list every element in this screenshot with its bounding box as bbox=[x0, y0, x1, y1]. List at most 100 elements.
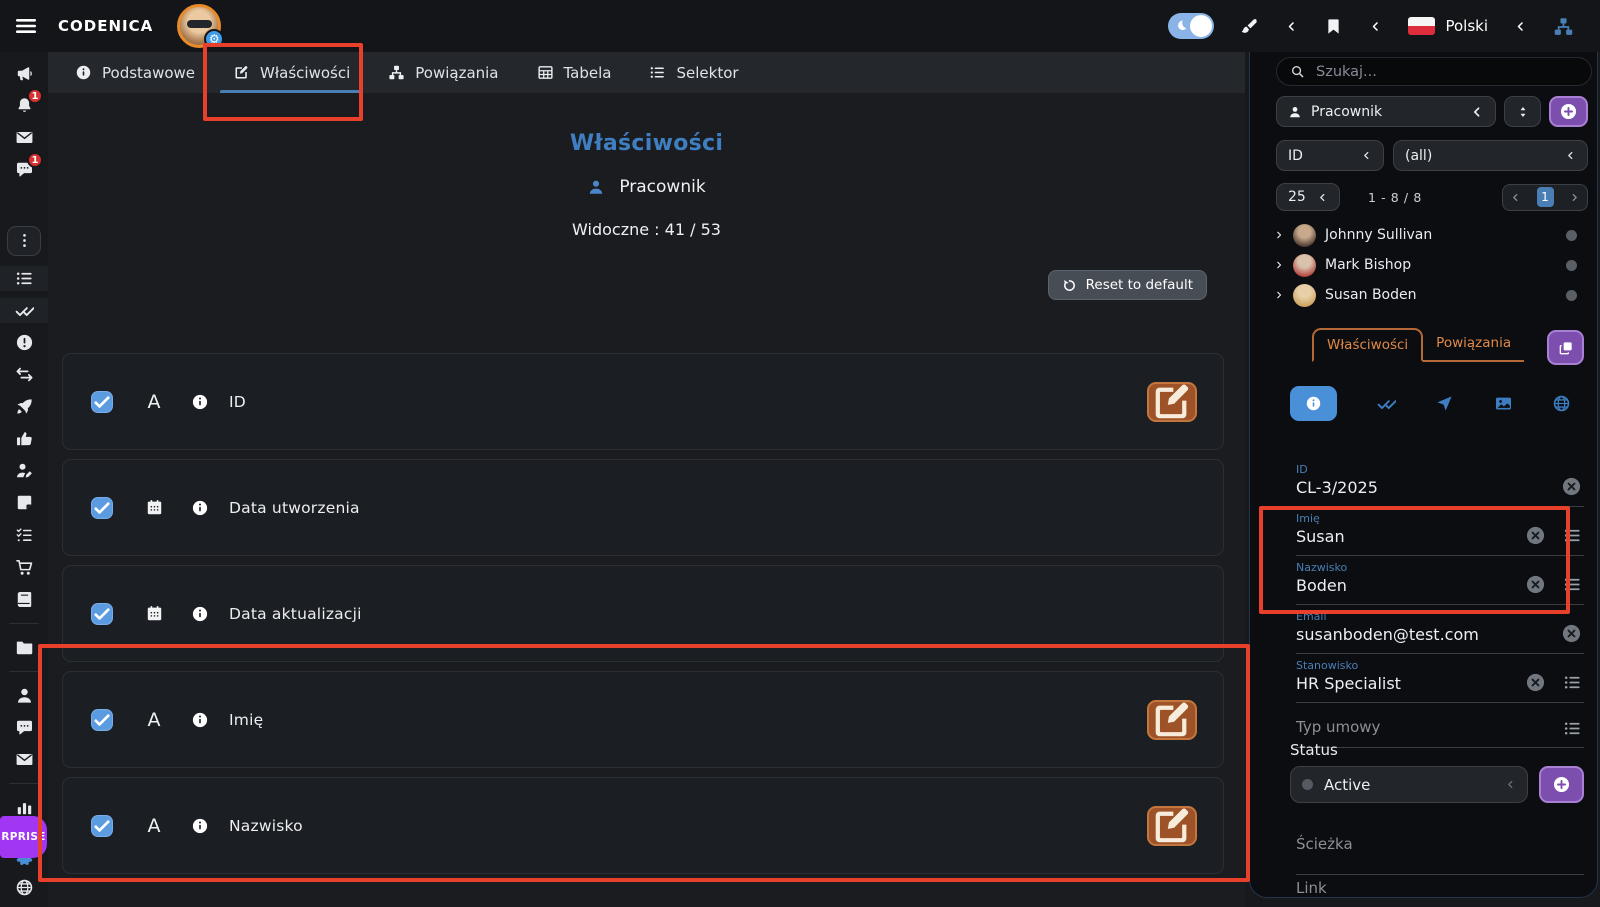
detail-field-typ-umowy[interactable]: Typ umowy bbox=[1296, 703, 1584, 748]
sort-order-button[interactable] bbox=[1504, 96, 1541, 127]
sidebar-item-notes[interactable] bbox=[0, 490, 48, 515]
edit-button[interactable] bbox=[1147, 382, 1197, 422]
list-icon[interactable] bbox=[1563, 673, 1582, 692]
chevron-left-icon bbox=[1505, 779, 1516, 790]
duplicate-button[interactable] bbox=[1547, 330, 1584, 365]
next-page-icon[interactable] bbox=[1569, 192, 1580, 203]
detail-field-email[interactable]: Emailsusanboden@test.com bbox=[1296, 605, 1584, 654]
sidebar-item-launch[interactable] bbox=[0, 394, 48, 419]
sidebar-item-contacts[interactable] bbox=[0, 683, 48, 708]
sidebar-item-transfers[interactable] bbox=[0, 362, 48, 387]
list-icon[interactable] bbox=[1563, 719, 1582, 738]
info-tab-button[interactable] bbox=[1290, 386, 1337, 421]
link-field[interactable]: Link bbox=[1296, 879, 1327, 897]
sidebar-item-checklist[interactable] bbox=[0, 523, 48, 548]
bookmark-icon[interactable] bbox=[1324, 17, 1343, 36]
entity-select[interactable]: Pracownik bbox=[1276, 96, 1496, 127]
clear-icon[interactable] bbox=[1561, 623, 1582, 644]
prev-page-icon[interactable] bbox=[1510, 192, 1521, 203]
dblcheck-icon bbox=[15, 301, 34, 320]
sidebar-item-mail[interactable] bbox=[0, 125, 48, 150]
sort-field-select[interactable]: ID bbox=[1276, 140, 1384, 171]
list-icon[interactable] bbox=[1563, 575, 1582, 594]
sidebar-item-comments[interactable] bbox=[0, 715, 48, 740]
filter-select[interactable]: (all) bbox=[1393, 140, 1588, 171]
send-icon[interactable] bbox=[1435, 394, 1454, 413]
row-checkbox[interactable] bbox=[91, 709, 113, 731]
row-checkbox[interactable] bbox=[91, 815, 113, 837]
sidebar-item-announcements[interactable] bbox=[0, 61, 48, 86]
sidebar-item-notifications[interactable]: 1 bbox=[0, 93, 48, 118]
text-type-icon: A bbox=[143, 709, 165, 731]
sidebar-item-cart[interactable] bbox=[0, 555, 48, 580]
tab-w-a-ciwo-ci[interactable]: Właściwości bbox=[214, 52, 369, 93]
brush-icon[interactable] bbox=[1240, 17, 1259, 36]
edit-button[interactable] bbox=[1147, 700, 1197, 740]
tab-wlasciwosci[interactable]: Właściwości bbox=[1312, 328, 1423, 362]
detail-field-stanowisko[interactable]: StanowiskoHR Specialist bbox=[1296, 654, 1584, 703]
status-select[interactable]: Active bbox=[1290, 766, 1528, 803]
sidebar-item-list-view[interactable] bbox=[0, 266, 48, 291]
row-checkbox[interactable] bbox=[91, 391, 113, 413]
sidebar-item-user-edit[interactable] bbox=[0, 458, 48, 483]
double-check-icon[interactable] bbox=[1377, 394, 1396, 413]
info-icon[interactable] bbox=[191, 605, 209, 623]
avatar[interactable]: ⚙ bbox=[177, 4, 221, 48]
sidebar-item-chat[interactable]: 1 bbox=[0, 157, 48, 182]
collapse-chevron-icon-2[interactable] bbox=[1369, 20, 1382, 33]
add-status-button[interactable] bbox=[1539, 766, 1584, 803]
sitemap-icon[interactable] bbox=[1553, 16, 1574, 37]
language-label: Polski bbox=[1445, 17, 1488, 35]
list-item-person[interactable]: Susan Boden bbox=[1256, 280, 1591, 310]
gear-badge-icon[interactable]: ⚙ bbox=[204, 29, 224, 49]
sidebar-item-approvals[interactable] bbox=[0, 298, 48, 323]
tab-powi-zania[interactable]: Powiązania bbox=[369, 52, 517, 93]
info-icon[interactable] bbox=[191, 817, 209, 835]
tab-selektor[interactable]: Selektor bbox=[630, 52, 757, 93]
clear-icon[interactable] bbox=[1525, 672, 1546, 693]
expand-chevron-icon[interactable] bbox=[1274, 290, 1284, 300]
reset-to-default-button[interactable]: Reset to default bbox=[1048, 270, 1207, 300]
row-checkbox[interactable] bbox=[91, 497, 113, 519]
edit-button[interactable] bbox=[1147, 806, 1197, 846]
clear-icon[interactable] bbox=[1525, 574, 1546, 595]
menu-icon[interactable] bbox=[14, 14, 38, 38]
add-record-button[interactable] bbox=[1549, 96, 1588, 127]
detail-field-nazwisko[interactable]: NazwiskoBoden bbox=[1296, 556, 1584, 605]
sidebar-item-world[interactable] bbox=[0, 875, 48, 900]
path-field[interactable]: Ścieżka bbox=[1296, 835, 1584, 875]
detail-field-id[interactable]: IDCL-3/2025 bbox=[1296, 458, 1584, 507]
tab-podstawowe[interactable]: Podstawowe bbox=[56, 52, 214, 93]
collapse-chevron-icon[interactable] bbox=[1285, 20, 1298, 33]
sidebar-item-inbox[interactable] bbox=[0, 747, 48, 772]
info-icon[interactable] bbox=[191, 393, 209, 411]
detail-field-imi-[interactable]: ImięSusan bbox=[1296, 507, 1584, 556]
tab-powiazania[interactable]: Powiązania bbox=[1423, 328, 1524, 360]
brand-logo[interactable]: CODENICA bbox=[58, 17, 153, 35]
property-row: AID bbox=[62, 353, 1224, 450]
expand-chevron-icon[interactable] bbox=[1274, 260, 1284, 270]
clear-icon[interactable] bbox=[1561, 476, 1582, 497]
sidebar-item-files[interactable] bbox=[0, 635, 48, 660]
current-page[interactable]: 1 bbox=[1537, 187, 1554, 207]
sidebar-item-library[interactable] bbox=[0, 587, 48, 612]
language-select[interactable]: Polski bbox=[1408, 17, 1488, 35]
info-icon[interactable] bbox=[191, 711, 209, 729]
row-checkbox[interactable] bbox=[91, 603, 113, 625]
list-item-person[interactable]: Mark Bishop bbox=[1256, 250, 1591, 280]
sidebar-item-more-menu[interactable] bbox=[7, 226, 41, 256]
search-input[interactable] bbox=[1316, 64, 1578, 80]
list-item-person[interactable]: Johnny Sullivan bbox=[1256, 220, 1591, 250]
sidebar-item-likes[interactable] bbox=[0, 426, 48, 451]
image-icon[interactable] bbox=[1494, 394, 1513, 413]
globe-icon[interactable] bbox=[1552, 394, 1571, 413]
collapse-chevron-icon-3[interactable] bbox=[1514, 20, 1527, 33]
tab-tabela[interactable]: Tabela bbox=[518, 52, 631, 93]
expand-chevron-icon[interactable] bbox=[1274, 230, 1284, 240]
sidebar-item-alerts[interactable] bbox=[0, 330, 48, 355]
theme-toggle[interactable] bbox=[1168, 13, 1214, 39]
clear-icon[interactable] bbox=[1525, 525, 1546, 546]
list-icon[interactable] bbox=[1563, 526, 1582, 545]
info-icon[interactable] bbox=[191, 499, 209, 517]
page-size-select[interactable]: 25 bbox=[1276, 183, 1340, 211]
